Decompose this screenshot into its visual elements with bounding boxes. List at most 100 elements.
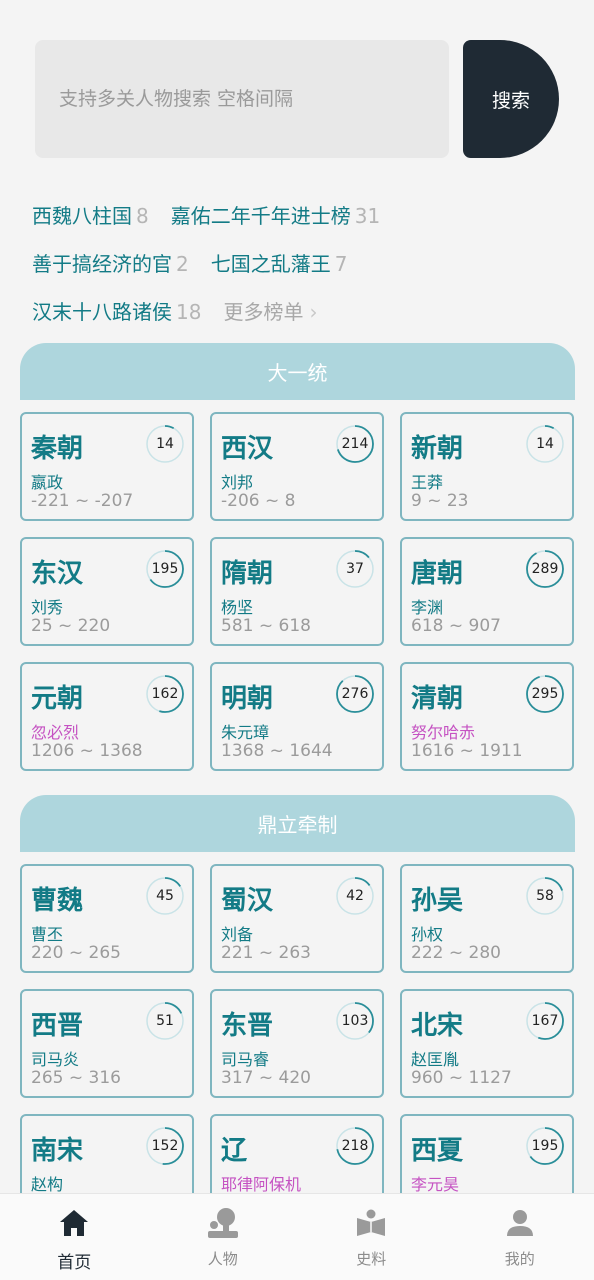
person-count: 218 (341, 1138, 369, 1154)
person-count: 289 (531, 561, 559, 577)
dynasty-card[interactable]: 东汉刘秀 25 ~ 220 195 (20, 537, 194, 646)
home-icon (57, 1206, 91, 1240)
dynasty-card[interactable]: 元朝 忽必烈 1206 ~ 1368 162 (20, 662, 194, 771)
more-label: 更多榜单 (223, 299, 304, 324)
dynasty-years: 960 ~ 1127 (411, 1068, 512, 1088)
dynasty-name: 明朝 (221, 684, 274, 714)
tag-item[interactable]: 七国之乱藩王 7 (211, 248, 348, 277)
person-count: 45 (156, 888, 174, 904)
dynasty-card[interactable]: 新朝 王莽 9 ~ 23 14 (400, 412, 574, 521)
bottom-nav: 首页 人物 史料 我的 (0, 1193, 594, 1280)
person-count: 152 (151, 1138, 179, 1154)
person-count: 37 (346, 561, 364, 577)
dynasty-founder: 努尔哈赤 (411, 723, 476, 742)
dynasty-founder: 刘备 (221, 925, 254, 944)
chevron-right-icon: › (309, 299, 318, 324)
person-count: 167 (531, 1013, 559, 1029)
dynasty-years: -206 ~ 8 (221, 491, 296, 511)
dynasty-card[interactable]: 秦朝 嬴政 -221 ~ -207 14 (20, 412, 194, 521)
dynasty-card[interactable]: 西汉刘邦 -206 ~ 8 214 (210, 412, 384, 521)
dynasty-years: 1206 ~ 1368 (31, 741, 143, 761)
search-bar: 搜索 (35, 38, 559, 158)
section-title: 鼎立牵制 (20, 795, 575, 852)
dynasty-card[interactable]: 唐朝 李渊 618 ~ 907 289 (400, 537, 574, 646)
ranking-tags: 西魏八柱国 8 嘉佑二年千年进士榜 31 善于搞经济的官 2 七国之乱藩王 7 汉末十八… (32, 190, 572, 334)
person-count: 51 (156, 1013, 174, 1029)
dynasty-name: 南宋 (31, 1136, 84, 1166)
tag-row: 西魏八柱国 8 嘉佑二年千年进士榜 31 (32, 190, 572, 238)
person-count: 214 (341, 436, 369, 452)
dynasty-name: 东晋 (221, 1011, 274, 1041)
tag-label: 七国之乱藩王 (210, 251, 331, 276)
dynasty-years: 25 ~ 220 (31, 616, 111, 636)
tag-item[interactable]: 嘉佑二年千年进士榜 31 (171, 200, 380, 229)
tag-count: 8 (136, 203, 149, 228)
nav-label: 我的 (504, 1250, 535, 1268)
dynasty-name: 秦朝 (31, 434, 84, 464)
tag-row: 汉末十八路诸侯 18 更多榜单 › (32, 286, 572, 334)
dynasty-years: 1616 ~ 1911 (411, 741, 523, 761)
dynasty-years: 317 ~ 420 (221, 1068, 311, 1088)
dynasty-name: 西夏 (411, 1136, 464, 1166)
person-count: 103 (341, 1013, 369, 1029)
dynasty-card[interactable]: 孙吴 孙权 222 ~ 280 58 (400, 864, 574, 973)
dynasty-years: 221 ~ 263 (221, 943, 311, 963)
nav-profile[interactable]: 我的 (446, 1194, 594, 1280)
dynasty-founder: 司马炎 (31, 1050, 80, 1069)
dynasty-founder: 曹丕 (31, 925, 64, 944)
dynasty-card[interactable]: 北宋 赵匡胤 960 ~ 1127 167 (400, 989, 574, 1098)
dynasty-name: 辽 (221, 1136, 248, 1166)
book-icon (354, 1206, 388, 1240)
section-rivalry: 鼎立牵制 曹魏曹丕 220 ~ 265 45 蜀汉刘备 221 ~ 263 42 孙吴孙权 2… (20, 795, 575, 1223)
dynasty-founder: 耶律阿保机 (221, 1175, 302, 1194)
section-title: 大一统 (20, 343, 575, 400)
dynasty-years: 9 ~ 23 (411, 491, 469, 511)
dynasty-card[interactable]: 蜀汉刘备 221 ~ 263 42 (210, 864, 384, 973)
search-button[interactable]: 搜索 (463, 40, 559, 158)
dynasty-card[interactable]: 曹魏曹丕 220 ~ 265 45 (20, 864, 194, 973)
dynasty-founder: 司马睿 (221, 1050, 270, 1069)
tag-item[interactable]: 西魏八柱国 8 (32, 200, 149, 229)
person-count: 42 (346, 888, 364, 904)
person-count: 295 (531, 686, 559, 702)
person-icon (206, 1206, 240, 1240)
person-count: 195 (531, 1138, 559, 1154)
tag-count: 18 (176, 299, 202, 324)
dynasty-founder: 王莽 (411, 473, 444, 492)
more-rankings-link[interactable]: 更多榜单 › (223, 296, 317, 325)
dynasty-founder: 朱元璋 (221, 723, 270, 742)
tag-item[interactable]: 善于搞经济的官 2 (32, 248, 189, 277)
dynasty-name: 孙吴 (411, 886, 464, 916)
person-count: 14 (536, 436, 554, 452)
person-count: 195 (151, 561, 179, 577)
tag-count: 31 (354, 203, 381, 228)
dynasty-name: 元朝 (31, 684, 84, 714)
dynasty-founder: 刘邦 (221, 473, 254, 492)
nav-home[interactable]: 首页 (0, 1194, 149, 1280)
nav-people[interactable]: 人物 (149, 1194, 298, 1280)
dynasty-card[interactable]: 清朝 努尔哈赤 1616 ~ 1911 295 (400, 662, 574, 771)
dynasty-founder: 刘秀 (31, 598, 64, 617)
dynasty-years: -221 ~ -207 (31, 491, 134, 511)
tag-row: 善于搞经济的官 2 七国之乱藩王 7 (32, 238, 572, 286)
dynasty-name: 西汉 (221, 434, 274, 464)
dynasty-name: 蜀汉 (221, 886, 274, 916)
nav-history[interactable]: 史料 (297, 1194, 446, 1280)
dynasty-name: 西晋 (31, 1011, 84, 1041)
dynasty-name: 东汉 (31, 559, 84, 589)
dynasty-card[interactable]: 东晋司马睿 317 ~ 420 103 (210, 989, 384, 1098)
dynasty-founder: 杨坚 (221, 598, 254, 617)
dynasty-founder: 孙权 (411, 925, 444, 944)
dynasty-years: 220 ~ 265 (31, 943, 121, 963)
dynasty-name: 曹魏 (31, 886, 84, 916)
dynasty-card[interactable]: 明朝 朱元璋 1368 ~ 1644 276 (210, 662, 384, 771)
search-input[interactable] (35, 40, 449, 158)
dynasty-founder: 李元昊 (411, 1175, 460, 1194)
nav-label: 史料 (356, 1250, 387, 1268)
dynasty-founder: 嬴政 (31, 473, 64, 492)
dynasty-years: 265 ~ 316 (31, 1068, 121, 1088)
dynasty-card[interactable]: 西晋司马炎 265 ~ 316 51 (20, 989, 194, 1098)
dynasty-name: 隋朝 (221, 559, 274, 589)
dynasty-card[interactable]: 隋朝 杨坚 581 ~ 618 37 (210, 537, 384, 646)
tag-item[interactable]: 汉末十八路诸侯 18 (32, 296, 201, 325)
